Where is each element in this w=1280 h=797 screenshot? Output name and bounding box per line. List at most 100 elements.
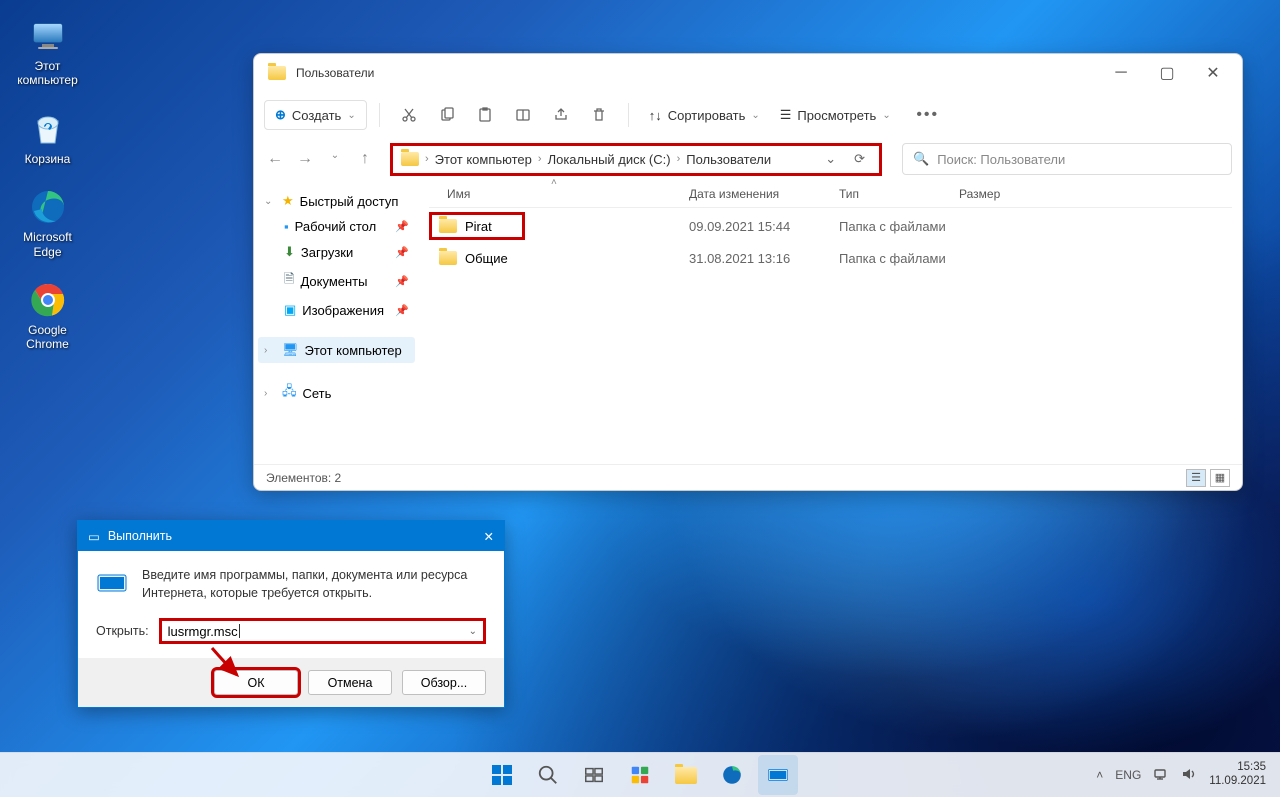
cut-button[interactable]: [392, 98, 426, 132]
run-app-icon: [96, 567, 128, 599]
pin-icon: 📌: [395, 304, 409, 317]
browse-button[interactable]: Обзор...: [402, 670, 486, 695]
status-bar: Элементов: 2 ☰ ▦: [254, 464, 1242, 490]
file-list: ˄ Имя Дата изменения Тип Размер Pirat 09…: [419, 180, 1242, 464]
rename-button[interactable]: [506, 98, 540, 132]
delete-button[interactable]: [582, 98, 616, 132]
new-label: Создать: [292, 108, 341, 123]
sidebar-item-network[interactable]: › 🖧 Сеть: [258, 377, 415, 409]
chevron-down-icon[interactable]: ⌄: [469, 626, 477, 637]
more-button[interactable]: •••: [911, 98, 945, 132]
recent-dropdown[interactable]: ⌄: [324, 150, 346, 168]
search-button[interactable]: [528, 755, 568, 795]
file-row[interactable]: Общие 31.08.2021 13:16 Папка с файлами: [429, 244, 1232, 272]
sidebar-item-this-pc[interactable]: › 🖥 Этот компьютер: [258, 337, 415, 363]
file-type: Папка с файлами: [839, 251, 959, 266]
copy-button[interactable]: [430, 98, 464, 132]
chevron-down-icon: ⌄: [882, 110, 890, 121]
sidebar-item-documents[interactable]: 🗎 Документы 📌: [258, 265, 415, 297]
desktop-icon: ▪: [284, 219, 289, 234]
network-icon[interactable]: [1153, 766, 1169, 785]
desktop-icon-edge[interactable]: Microsoft Edge: [10, 186, 85, 259]
close-button[interactable]: ✕: [484, 529, 494, 544]
widgets-button[interactable]: [620, 755, 660, 795]
view-button[interactable]: ☰ Просмотреть ⌄: [772, 101, 899, 129]
file-name-cell: Pirat: [429, 212, 525, 240]
explorer-taskbar-button[interactable]: [666, 755, 706, 795]
sidebar-label: Этот компьютер: [305, 343, 402, 358]
sidebar-item-desktop[interactable]: ▪ Рабочий стол 📌: [258, 214, 415, 239]
file-date: 31.08.2021 13:16: [689, 251, 839, 266]
run-taskbar-button[interactable]: [758, 755, 798, 795]
breadcrumb-segment[interactable]: Пользователи: [686, 152, 771, 167]
toolbar: ⊕ Создать ⌄ ↑↓ Сортировать ⌄ ☰ Просмотре…: [254, 92, 1242, 138]
titlebar[interactable]: Пользователи ─ ▢ ✕: [254, 54, 1242, 92]
minimize-button[interactable]: ─: [1098, 57, 1144, 89]
cancel-button[interactable]: Отмена: [308, 670, 392, 695]
folder-icon: [401, 152, 419, 166]
breadcrumb-segment[interactable]: Локальный диск (C:): [548, 152, 671, 167]
sidebar-item-pictures[interactable]: ▣ Изображения 📌: [258, 297, 415, 323]
language-indicator[interactable]: ENG: [1115, 768, 1141, 782]
sidebar-item-downloads[interactable]: ⬇ Загрузки 📌: [258, 239, 415, 265]
search-icon: 🔍: [913, 151, 929, 167]
file-type: Папка с файлами: [839, 219, 959, 234]
new-button[interactable]: ⊕ Создать ⌄: [264, 100, 367, 130]
up-button[interactable]: ↑: [354, 150, 376, 168]
run-prompt: Введите имя программы, папки, документа …: [142, 567, 486, 602]
folder-icon: [268, 66, 286, 80]
clock[interactable]: 15:35 11.09.2021: [1209, 761, 1266, 789]
task-view-button[interactable]: [574, 755, 614, 795]
desktop-icon-chrome[interactable]: Google Chrome: [10, 279, 85, 352]
desktop-icon-label: Этот компьютер: [17, 59, 78, 88]
forward-button[interactable]: →: [294, 150, 316, 168]
time-text: 15:35: [1209, 761, 1266, 775]
plus-icon: ⊕: [275, 107, 286, 123]
col-date[interactable]: Дата изменения: [689, 187, 839, 201]
address-bar[interactable]: › Этот компьютер › Локальный диск (C:) ›…: [390, 143, 882, 176]
search-placeholder: Поиск: Пользователи: [937, 152, 1065, 167]
date-text: 11.09.2021: [1209, 775, 1266, 789]
details-view-toggle[interactable]: ☰: [1186, 469, 1206, 487]
chrome-icon: [27, 279, 69, 321]
chevron-down-icon: ⌄: [264, 196, 276, 207]
close-button[interactable]: ✕: [1190, 57, 1236, 89]
sort-button[interactable]: ↑↓ Сортировать ⌄: [641, 102, 768, 129]
view-icon: ☰: [780, 107, 792, 123]
file-name-cell: Общие: [429, 251, 689, 266]
chevron-right-icon: ›: [264, 388, 276, 399]
ok-button[interactable]: ОК: [214, 670, 298, 695]
icons-view-toggle[interactable]: ▦: [1210, 469, 1230, 487]
column-headers[interactable]: Имя Дата изменения Тип Размер: [429, 180, 1232, 208]
col-size[interactable]: Размер: [959, 187, 1039, 201]
volume-icon[interactable]: [1181, 766, 1197, 785]
refresh-button[interactable]: ⟳: [848, 151, 871, 167]
back-button[interactable]: ←: [264, 150, 286, 168]
sidebar-label: Изображения: [302, 303, 384, 318]
col-type[interactable]: Тип: [839, 187, 959, 201]
run-dialog: ▭ Выполнить ✕ Введите имя программы, пап…: [77, 520, 505, 708]
sidebar-label: Быстрый доступ: [300, 194, 399, 209]
browse-label: Обзор...: [421, 676, 468, 690]
run-titlebar[interactable]: ▭ Выполнить ✕: [78, 521, 504, 551]
desktop-icon-this-pc[interactable]: Этот компьютер: [10, 15, 85, 88]
sidebar-label: Рабочий стол: [295, 219, 377, 234]
address-dropdown[interactable]: ⌄: [819, 151, 842, 167]
sidebar-quick-access[interactable]: ⌄ ★ Быстрый доступ: [258, 188, 415, 214]
paste-button[interactable]: [468, 98, 502, 132]
this-pc-icon: [27, 15, 69, 57]
col-name[interactable]: Имя: [429, 187, 689, 201]
sort-icon: ↑↓: [649, 108, 662, 123]
desktop-icon-recycle-bin[interactable]: Корзина: [10, 108, 85, 166]
breadcrumb-segment[interactable]: Этот компьютер: [435, 152, 532, 167]
start-button[interactable]: [482, 755, 522, 795]
share-button[interactable]: [544, 98, 578, 132]
run-input[interactable]: lusrmgr.msc ⌄: [159, 618, 486, 644]
file-row[interactable]: Pirat 09.09.2021 15:44 Папка с файлами: [429, 212, 1232, 240]
tray-chevron-icon[interactable]: ˄: [1096, 768, 1103, 782]
edge-taskbar-button[interactable]: [712, 755, 752, 795]
search-input[interactable]: 🔍 Поиск: Пользователи: [902, 143, 1232, 175]
chevron-down-icon: ⌄: [751, 110, 759, 121]
maximize-button[interactable]: ▢: [1144, 57, 1190, 89]
sidebar-label: Сеть: [303, 386, 332, 401]
